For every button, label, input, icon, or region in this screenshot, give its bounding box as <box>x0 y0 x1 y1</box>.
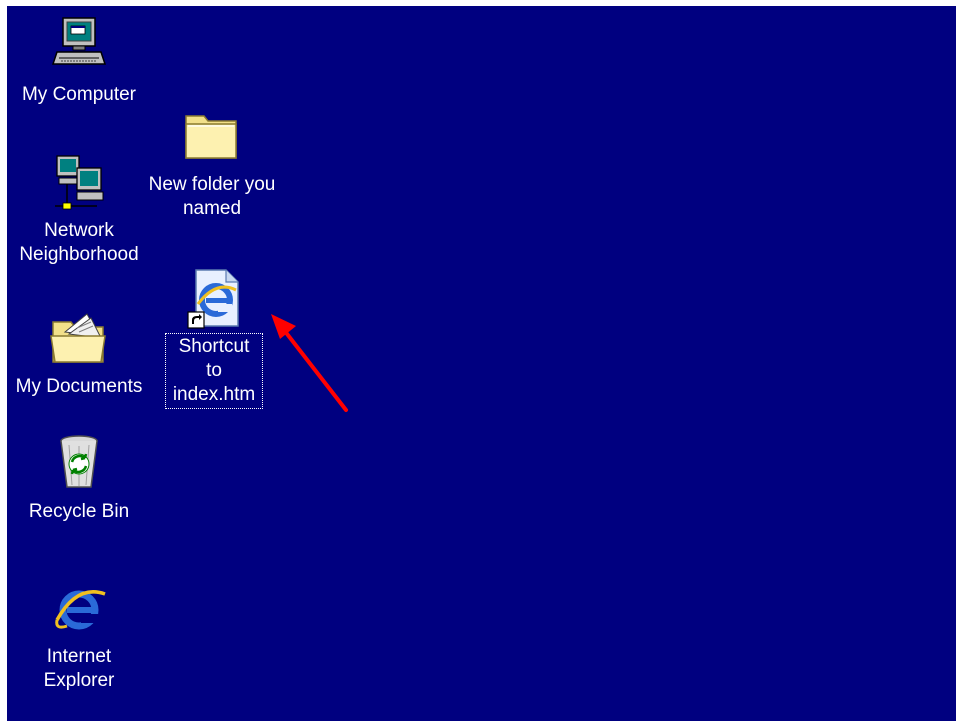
new-folder-shortcut[interactable]: New folder you named <box>137 104 287 222</box>
desktop[interactable]: My Computer New folder you named Network… <box>7 6 956 721</box>
internet-explorer-shortcut[interactable]: Internet Explorer <box>4 576 154 694</box>
new-folder-label: New folder you named <box>148 174 276 219</box>
recycle-bin-icon <box>60 435 98 488</box>
my-computer-icon <box>51 17 107 65</box>
network-neighborhood-label: Network Neighborhood <box>19 220 139 265</box>
internet-explorer-label: Internet Explorer <box>43 646 115 691</box>
internet-explorer-icon <box>55 590 106 630</box>
shortcut-index-htm-label: Shortcut to index.htm <box>165 333 263 409</box>
recycle-bin-label: Recycle Bin <box>28 501 130 522</box>
network-neighborhood-icon <box>55 155 104 210</box>
recycle-bin-shortcut[interactable]: Recycle Bin <box>4 431 154 525</box>
my-documents-shortcut[interactable]: My Documents <box>4 306 154 400</box>
my-computer-shortcut[interactable]: My Computer <box>4 14 154 108</box>
folder-icon <box>185 115 237 159</box>
screenshot-frame: My Computer New folder you named Network… <box>0 0 956 725</box>
network-neighborhood-shortcut[interactable]: Network Neighborhood <box>4 150 154 268</box>
ie-shortcut-icon <box>187 269 239 329</box>
my-documents-icon <box>50 313 106 363</box>
my-computer-label: My Computer <box>21 84 137 105</box>
shortcut-index-htm[interactable]: Shortcut to index.htm <box>165 266 263 409</box>
my-documents-label: My Documents <box>15 376 143 397</box>
